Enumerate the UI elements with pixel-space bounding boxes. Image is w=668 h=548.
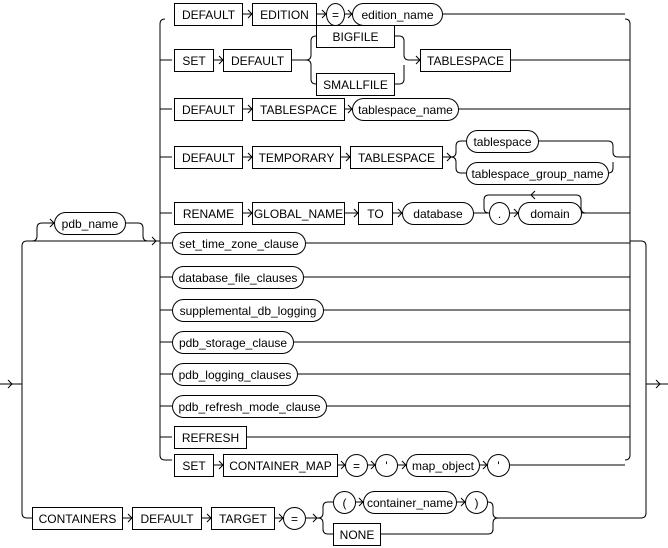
keyword-label: DEFAULT xyxy=(182,151,236,165)
variable-label: pdb_refresh_mode_clause xyxy=(178,400,320,414)
variable-node-r5-database: database xyxy=(402,202,474,225)
symbol-node-r1-eq: = xyxy=(326,3,345,26)
keyword-label: RENAME xyxy=(183,207,234,221)
symbol-node-r13-quote-open: ' xyxy=(375,454,398,477)
variable-node-pdb-name: pdb_name xyxy=(54,212,126,235)
variable-label: database_file_clauses xyxy=(179,271,298,285)
variable-node-r4-tablespace-opt: tablespace xyxy=(466,130,539,153)
keyword-node-r13-set: SET xyxy=(174,454,214,477)
symbol-node-r5-dot: . xyxy=(489,202,510,225)
keyword-label: TARGET xyxy=(219,512,267,526)
variable-node-r13-map-object: map_object xyxy=(406,454,480,477)
variable-node-r6-set-time-zone-clause: set_time_zone_clause xyxy=(172,232,306,255)
variable-label: tablespace_group_name xyxy=(471,167,603,181)
keyword-node-r5-to: TO xyxy=(358,202,393,225)
keyword-label: TABLESPACE xyxy=(358,151,435,165)
variable-node-r3-tablespace-name: tablespace_name xyxy=(352,98,459,121)
keyword-node-r2-default: DEFAULT xyxy=(223,49,292,72)
variable-node-r7-database-file-clauses: database_file_clauses xyxy=(172,266,304,289)
symbol-label: ' xyxy=(385,459,387,473)
variable-node-r11-pdb-refresh-mode-clause: pdb_refresh_mode_clause xyxy=(172,395,327,418)
symbol-label: ) xyxy=(475,496,479,510)
keyword-label: BIGFILE xyxy=(332,30,378,44)
variable-node-r4-tablespace-group-name: tablespace_group_name xyxy=(466,162,609,185)
keyword-node-c-target: TARGET xyxy=(211,507,275,530)
symbol-label: = xyxy=(332,8,339,22)
symbol-node-c-eq: = xyxy=(283,507,306,530)
keyword-label: SMALLFILE xyxy=(323,78,388,92)
variable-node-c-container-name: container_name xyxy=(363,491,457,514)
keyword-node-c-none: NONE xyxy=(333,523,381,546)
keyword-label: TO xyxy=(367,207,383,221)
variable-label: pdb_name xyxy=(62,217,119,231)
keyword-node-r1-default: DEFAULT xyxy=(174,3,243,26)
keyword-node-r2-tablespace: TABLESPACE xyxy=(420,49,511,72)
keyword-node-r1-edition: EDITION xyxy=(252,3,317,26)
keyword-label: EDITION xyxy=(260,8,309,22)
symbol-label: = xyxy=(353,459,360,473)
symbol-label: . xyxy=(498,207,501,221)
keyword-node-r3-default: DEFAULT xyxy=(174,98,243,121)
keyword-label: CONTAINERS xyxy=(39,512,117,526)
keyword-node-c-containers: CONTAINERS xyxy=(32,507,123,530)
keyword-node-r4-tablespace: TABLESPACE xyxy=(350,146,443,169)
symbol-node-r13-eq: = xyxy=(345,454,368,477)
variable-label: map_object xyxy=(412,459,475,473)
keyword-label: SET xyxy=(182,459,206,473)
variable-node-r8-supplemental-db-logging: supplemental_db_logging xyxy=(172,299,324,322)
symbol-node-c-lparen: ( xyxy=(333,491,356,514)
keyword-label: TABLESPACE xyxy=(260,103,337,117)
symbol-node-c-rparen: ) xyxy=(465,491,488,514)
variable-label: pdb_logging_clauses xyxy=(179,368,292,382)
variable-node-r1-edition-name: edition_name xyxy=(352,3,443,26)
variable-label: tablespace xyxy=(473,135,531,149)
keyword-label: DEFAULT xyxy=(231,54,285,68)
variable-label: pdb_storage_clause xyxy=(179,336,287,350)
variable-node-r5-domain: domain xyxy=(518,202,582,225)
keyword-label: CONTAINER_MAP xyxy=(229,459,331,473)
keyword-node-r5-rename: RENAME xyxy=(174,202,243,225)
keyword-node-r2-smallfile: SMALLFILE xyxy=(316,73,395,96)
keyword-label: TABLESPACE xyxy=(427,54,504,68)
symbol-label: = xyxy=(291,512,298,526)
keyword-node-r5-global-name: GLOBAL_NAME xyxy=(252,202,345,225)
keyword-node-r4-temporary: TEMPORARY xyxy=(252,146,341,169)
keyword-label: DEFAULT xyxy=(182,103,236,117)
keyword-label: TEMPORARY xyxy=(259,151,335,165)
symbol-label: ( xyxy=(343,496,347,510)
symbol-node-r13-quote-close: ' xyxy=(487,454,510,477)
keyword-label: NONE xyxy=(340,528,375,542)
keyword-node-r13-container-map: CONTAINER_MAP xyxy=(223,454,338,477)
variable-node-r10-pdb-logging-clauses: pdb_logging_clauses xyxy=(172,363,298,386)
variable-label: database xyxy=(413,207,463,221)
variable-label: tablespace_name xyxy=(358,103,453,117)
keyword-label: GLOBAL_NAME xyxy=(254,207,343,221)
variable-label: edition_name xyxy=(361,8,433,22)
keyword-node-r2-bigfile: BIGFILE xyxy=(316,25,395,48)
keyword-node-c-default: DEFAULT xyxy=(132,507,202,530)
keyword-node-r12-refresh: REFRESH xyxy=(174,426,247,449)
keyword-node-r3-tablespace: TABLESPACE xyxy=(252,98,345,121)
variable-label: supplemental_db_logging xyxy=(180,304,317,318)
keyword-label: DEFAULT xyxy=(140,512,194,526)
keyword-label: DEFAULT xyxy=(182,8,236,22)
keyword-node-r4-default: DEFAULT xyxy=(174,146,243,169)
variable-label: container_name xyxy=(367,496,453,510)
railroad-diagram: pdb_name DEFAULT EDITION = edition_name SET DE… xyxy=(0,3,668,546)
keyword-label: REFRESH xyxy=(182,431,239,445)
variable-label: domain xyxy=(530,207,569,221)
variable-node-r9-pdb-storage-clause: pdb_storage_clause xyxy=(172,331,294,354)
symbol-label: ' xyxy=(497,459,499,473)
keyword-label: SET xyxy=(182,54,206,68)
keyword-node-r2-set: SET xyxy=(174,49,214,72)
variable-label: set_time_zone_clause xyxy=(179,237,299,251)
